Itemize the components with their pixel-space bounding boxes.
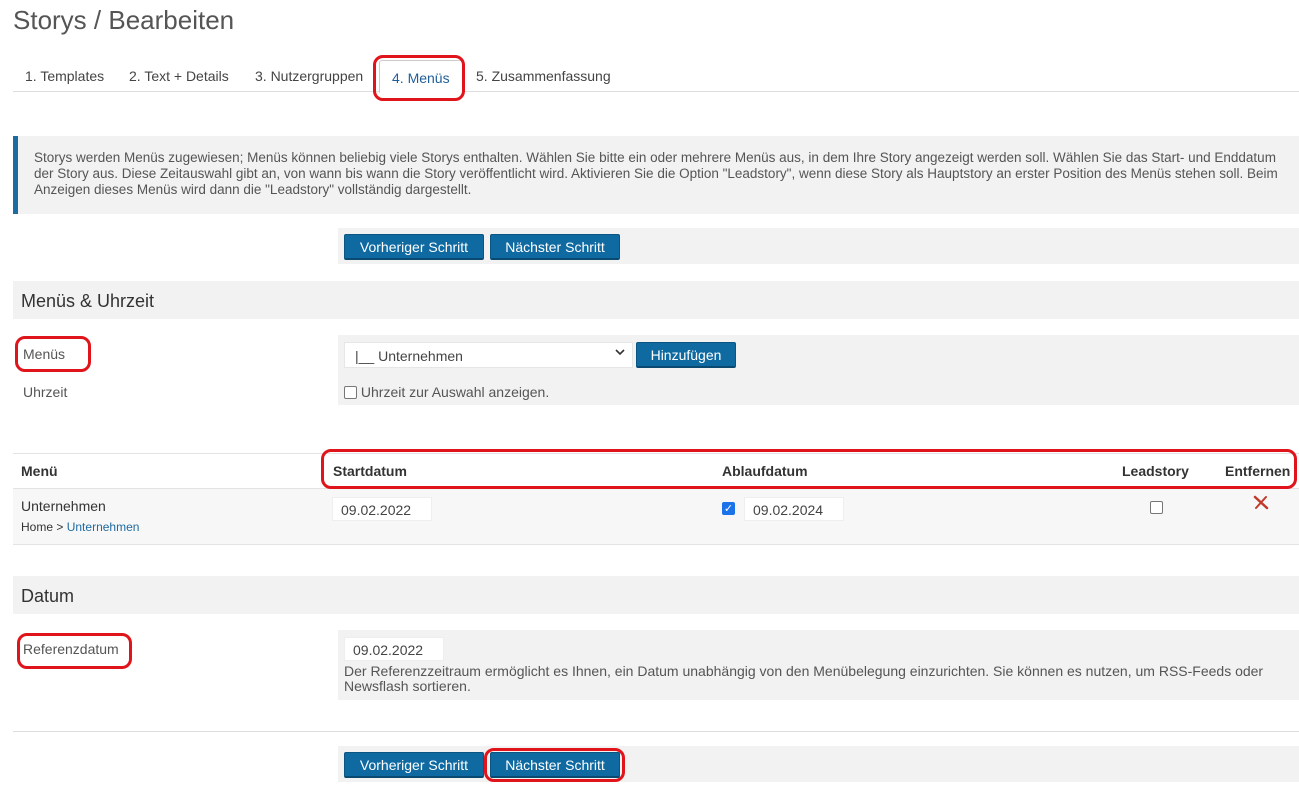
th-startdatum: Startdatum [333,463,407,479]
breadcrumb-home: Home [21,520,54,534]
prev-step-button-top[interactable]: Vorheriger Schritt [344,234,484,260]
tab-nutzergruppen[interactable]: 3. Nutzergruppen [255,68,363,84]
referenzdatum-help: Der Referenzzeitraum ermöglicht es Ihnen… [344,663,1264,694]
menu-table-header: Menü Startdatum Ablaufdatum Leadstory En… [13,453,1299,489]
breadcrumb-separator: > [56,520,64,534]
time-checkbox-label: Uhrzeit zur Auswahl anzeigen. [360,384,550,400]
start-date-input[interactable]: 09.02.2022 [332,497,432,521]
info-box: Storys werden Menüs zugewiesen; Menüs kö… [13,136,1299,214]
add-menu-button[interactable]: Hinzufügen [636,342,736,368]
menu-select[interactable]: |__ Unternehmen [344,342,633,368]
th-menu: Menü [21,463,58,479]
time-option: Uhrzeit zur Auswahl anzeigen. [344,384,549,400]
bottom-button-bar: Vorheriger Schritt Nächster Schritt [338,746,1299,782]
breadcrumb-link-unternehmen[interactable]: Unternehmen [67,520,140,534]
menu-select-value: |__ Unternehmen [355,348,463,364]
end-date-enabled-checkbox[interactable]: ✓ [722,502,735,515]
time-checkbox[interactable] [344,386,357,399]
leadstory-checkbox[interactable] [1150,501,1163,514]
time-label: Uhrzeit [23,384,68,400]
end-date-input[interactable]: 09.02.2024 [744,497,844,521]
chevron-down-icon [614,346,626,361]
wizard-tabs: 1. Templates 2. Text + Details 3. Nutzer… [13,58,1299,93]
menus-label: Menüs [23,346,66,362]
next-step-button-top[interactable]: Nächster Schritt [490,234,620,260]
section-heading-menus: Menüs & Uhrzeit [13,281,1299,319]
tab-menus[interactable]: 4. Menüs [379,60,463,93]
table-row: Unternehmen Home > Unternehmen 09.02.202… [13,489,1299,545]
tab-text-details[interactable]: 2. Text + Details [129,68,229,84]
prev-step-button-bottom[interactable]: Vorheriger Schritt [344,752,484,778]
referenzdatum-input[interactable]: 09.02.2022 [344,637,444,661]
divider [13,731,1299,732]
row-menu-name: Unternehmen [21,498,106,514]
referenzdatum-label: Referenzdatum [23,641,119,657]
top-button-bar: Vorheriger Schritt Nächster Schritt [338,228,1299,264]
th-ablaufdatum: Ablaufdatum [722,463,808,479]
section-heading-datum: Datum [13,576,1299,614]
th-leadstory: Leadstory [1122,463,1189,479]
th-entfernen: Entfernen [1225,463,1291,479]
tab-templates[interactable]: 1. Templates [25,68,104,84]
next-step-button-bottom[interactable]: Nächster Schritt [490,752,620,778]
remove-x-icon[interactable] [1253,495,1269,514]
page-title: Storys / Bearbeiten [13,5,235,35]
row-breadcrumb: Home > Unternehmen [21,520,139,534]
tab-zusammenfassung[interactable]: 5. Zusammenfassung [476,68,611,84]
